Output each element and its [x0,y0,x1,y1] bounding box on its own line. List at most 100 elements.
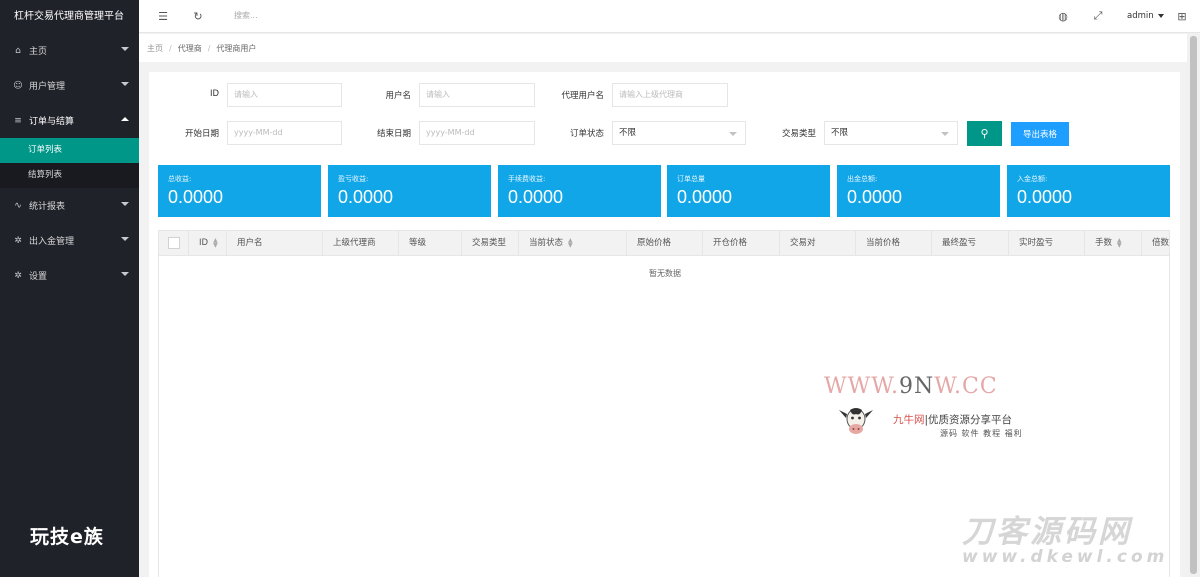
user-icon: ☺ [13,80,23,91]
username-label: 用户名 [385,91,411,101]
watermark-subtitle: 源码 软件 教程 福利 [940,429,1023,438]
sidebar-subitem-settlement-list[interactable]: 结算列表 [0,163,139,188]
select-all-cell [159,231,189,256]
agent-input[interactable]: 请输入上级代理商 [612,83,728,107]
user-name: admin [1127,11,1154,21]
stat-card-deposit-total: 入金总额: 0.0000 [1007,165,1170,217]
watermark-url: WWW.9NW.CC [824,374,998,399]
type-value: 不限 [831,128,849,138]
home-icon: ⌂ [15,45,21,56]
more-icon[interactable]: ⊞ [1175,9,1189,23]
breadcrumb: 主页 / 代理商 / 代理商用户 [139,34,1200,62]
theme-icon[interactable]: ◍ [1056,9,1070,23]
sidebar: 杠杆交易代理商管理平台 ⌂ 主页 ☺ 用户管理 ≡ 订单与结算 订单列表 结算列… [0,0,139,577]
stat-card-withdraw-total: 出金总额: 0.0000 [837,165,1000,217]
sidebar-item-label: 订单与结算 [29,117,75,127]
top-header: ☰ ↻ 搜索... ◍ ⤢ admin ⊞ [139,0,1200,33]
fullscreen-icon[interactable]: ⤢ [1091,9,1105,23]
column-header-open-price: 开仓价格 [703,231,780,256]
caret-down-icon [121,202,129,206]
status-select[interactable]: 不限 [612,121,746,145]
stat-label: 总收益: [168,175,192,183]
stat-label: 订单总量 [677,175,705,183]
sidebar-item-orders[interactable]: ≡ 订单与结算 [0,103,139,138]
column-header-id[interactable]: ID ▲ ▼ [189,231,227,256]
stat-label: 盈亏收益: [338,175,369,183]
stat-value: 0.0000 [168,187,224,207]
stat-card-total-income: 总收益: 0.0000 [158,165,321,217]
caret-down-icon [121,82,129,86]
id-label: ID [209,89,219,99]
sidebar-submenu: 订单列表 结算列表 [0,138,139,188]
stat-card-order-total: 订单总量 0.0000 [667,165,830,217]
watermark-domain: www.dkewl.com [962,547,1169,567]
sidebar-item-funds[interactable]: ✲ 出入金管理 [0,223,139,258]
refresh-icon[interactable]: ↻ [191,9,205,23]
sidebar-subitem-order-list[interactable]: 订单列表 [0,138,139,163]
breadcrumb-separator: / [169,43,172,53]
column-header-level: 等级 [399,231,462,256]
stat-value: 0.0000 [677,187,733,207]
sort-icon: ▲ ▼ [568,236,573,249]
scrollbar-thumb[interactable] [1190,36,1197,574]
sidebar-item-label: 出入金管理 [29,237,75,247]
column-header-realtime-pnl: 实时盈亏 [1009,231,1085,256]
column-header-lots[interactable]: 手数 ▲ ▼ [1085,231,1142,256]
breadcrumb-current: 代理商用户 [216,43,257,53]
caret-down-icon [121,237,129,241]
stat-label: 出金总额: [847,175,878,183]
chart-icon: ∿ [14,200,22,211]
sidebar-item-label: 主页 [29,47,48,57]
stat-card-pnl-income: 盈亏收益: 0.0000 [328,165,491,217]
caret-down-icon [1157,13,1164,18]
breadcrumb-home[interactable]: 主页 [147,43,163,54]
sidebar-item-home[interactable]: ⌂ 主页 [0,33,139,68]
select-all-checkbox[interactable] [168,237,180,249]
column-header-status[interactable]: 当前状态 ▲ ▼ [519,231,627,256]
id-input[interactable]: 请输入 [227,83,342,107]
chevron-down-icon [941,132,949,136]
watermark-large: 刀客源码网 [962,514,1132,550]
column-header-final-pnl: 最终盈亏 [932,231,1009,256]
settings-icon: ✲ [14,270,22,281]
table-header: ID ▲ ▼ 用户名 上级代理商 等级 交易类型 当前状态 ▲ ▼ 原始价格 开仓价格 … [159,231,1169,256]
column-header-multiplier: 倍数 [1142,231,1169,256]
status-value: 不限 [619,128,637,138]
sidebar-item-settings[interactable]: ✲ 设置 [0,258,139,293]
search-button[interactable]: ⚲ [967,121,1002,146]
sidebar-item-users[interactable]: ☺ 用户管理 [0,68,139,103]
end-date-label: 结束日期 [376,129,411,139]
sidebar-item-label: 用户管理 [29,82,66,92]
watermark-site: 九牛网|优质资源分享平台 [893,414,1013,426]
stat-value: 0.0000 [847,187,903,207]
list-icon: ≡ [14,115,22,126]
column-header-original-price: 原始价格 [627,231,703,256]
export-button[interactable]: 导出表格 [1011,122,1069,146]
start-date-input[interactable]: yyyy-MM-dd [227,121,342,145]
empty-state: 暂无数据 [649,269,681,278]
status-label: 订单状态 [569,129,604,139]
column-header-username: 用户名 [227,231,323,256]
sidebar-item-reports[interactable]: ∿ 统计报表 [0,188,139,223]
username-input[interactable]: 请输入 [419,83,535,107]
menu-toggle-icon[interactable]: ☰ [156,9,170,23]
chevron-down-icon [729,132,737,136]
search-input[interactable]: 搜索... [234,10,258,21]
search-icon: ⚲ [980,127,989,140]
user-menu[interactable]: admin [1127,11,1164,21]
caret-up-icon [121,117,129,121]
watermark-left: 玩技e族 [30,526,104,548]
stat-label: 入金总额: [1017,175,1048,183]
type-select[interactable]: 不限 [824,121,958,145]
end-date-input[interactable]: yyyy-MM-dd [419,121,535,145]
caret-down-icon [121,272,129,276]
sort-icon: ▲ ▼ [1117,236,1122,249]
cow-logo-icon [839,408,873,434]
breadcrumb-agent[interactable]: 代理商 [178,43,202,54]
column-header-pair: 交易对 [780,231,856,256]
stat-card-fee-income: 手续费收益: 0.0000 [498,165,661,217]
agent-label: 代理用户名 [561,91,604,101]
column-header-trade-type: 交易类型 [462,231,519,256]
column-header-parent-agent: 上级代理商 [323,231,399,256]
start-date-label: 开始日期 [184,129,219,139]
